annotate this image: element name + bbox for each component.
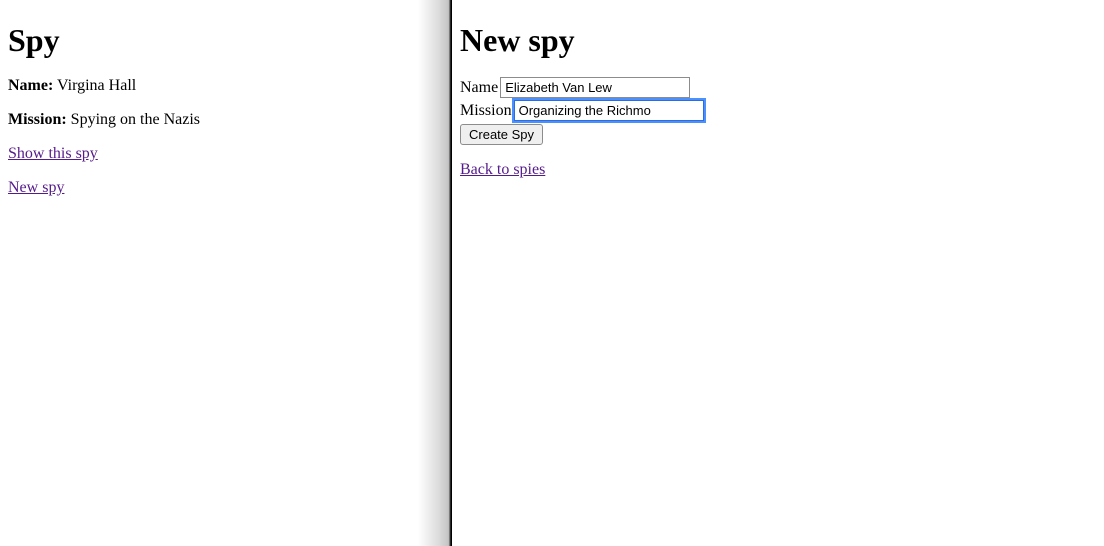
new-spy-link[interactable]: New spy	[8, 179, 64, 196]
page-title-left: Spy	[8, 22, 410, 59]
name-value: Virgina Hall	[57, 77, 136, 94]
back-link-row: Back to spies	[460, 161, 1096, 179]
mission-field-row: Mission	[460, 100, 1096, 121]
name-label: Name:	[8, 77, 53, 94]
left-pane: Spy Name: Virgina Hall Mission: Spying o…	[0, 0, 418, 546]
mission-input[interactable]	[514, 100, 704, 121]
back-to-spies-link[interactable]: Back to spies	[460, 161, 545, 178]
mission-value: Spying on the Nazis	[71, 111, 200, 128]
page-title-right: New spy	[460, 22, 1096, 59]
mission-input-label: Mission	[460, 102, 512, 120]
mission-row: Mission: Spying on the Nazis	[8, 111, 410, 129]
right-pane: New spy Name Mission Create Spy Back to …	[452, 0, 1104, 546]
mission-label: Mission:	[8, 111, 67, 128]
name-input[interactable]	[500, 77, 690, 98]
name-row: Name: Virgina Hall	[8, 77, 410, 95]
create-spy-button[interactable]: Create Spy	[460, 124, 543, 145]
pane-divider	[418, 0, 452, 546]
submit-row: Create Spy	[460, 123, 1096, 145]
name-input-label: Name	[460, 79, 498, 97]
new-link-row: New spy	[8, 179, 410, 197]
name-field-row: Name	[460, 77, 1096, 98]
show-spy-link[interactable]: Show this spy	[8, 145, 98, 162]
show-link-row: Show this spy	[8, 145, 410, 163]
